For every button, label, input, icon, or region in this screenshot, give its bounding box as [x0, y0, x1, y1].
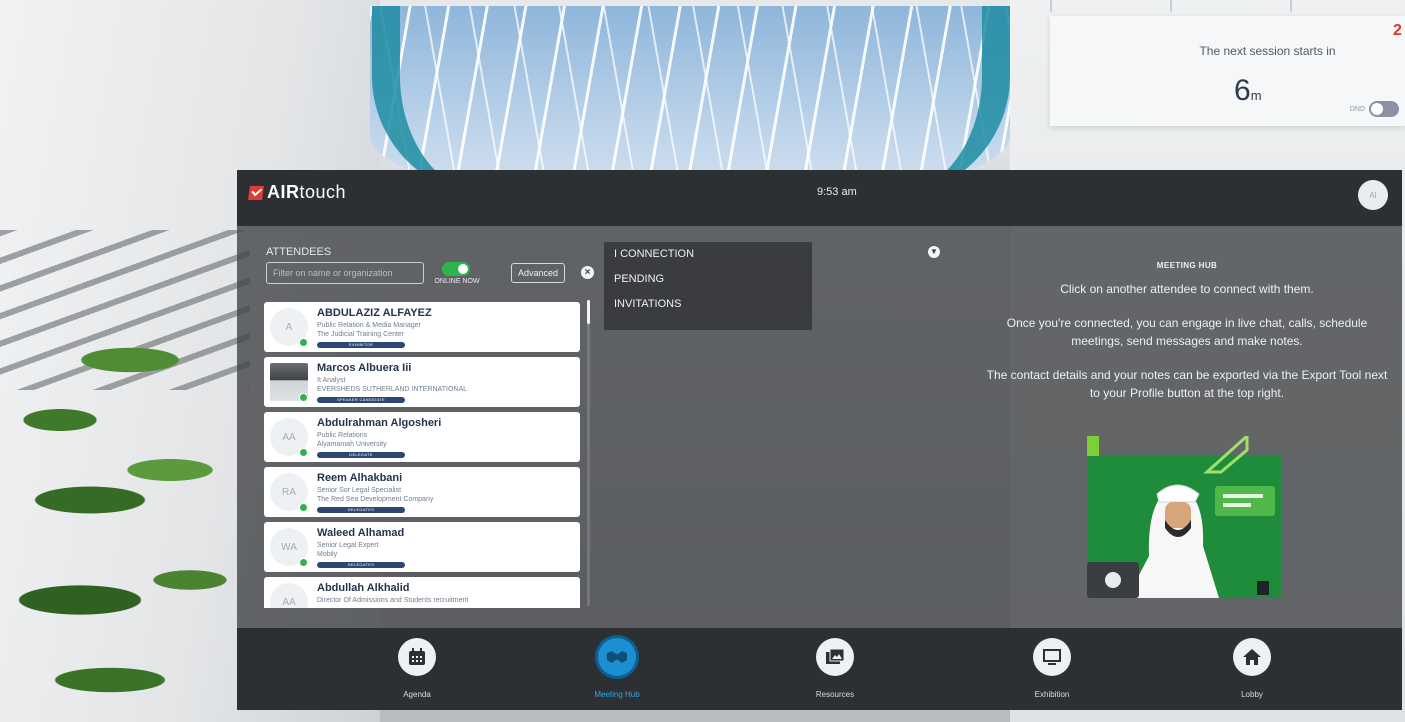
- attendee-title: Public Relations: [317, 432, 368, 439]
- attendee-role-badge: DELEGATES: [317, 507, 405, 513]
- clear-filter-icon[interactable]: ×: [581, 266, 594, 279]
- countdown-value: 6: [1234, 74, 1251, 107]
- attendee-title: Public Relation & Media Manager: [317, 322, 421, 329]
- attendee-organization: The Judicial Training Center: [317, 331, 405, 338]
- dnd-label: DND: [1349, 105, 1365, 113]
- ceiling-beams: [1050, 0, 1405, 12]
- chevron-down-icon[interactable]: ▼: [928, 246, 940, 258]
- calendar-icon[interactable]: [398, 638, 436, 676]
- nav-meeting-hub[interactable]: Meeting Hub: [567, 638, 667, 699]
- nav-label: Meeting Hub: [594, 690, 640, 699]
- nav-lobby[interactable]: Lobby: [1202, 638, 1302, 699]
- palm-plant: [0, 300, 245, 722]
- online-status-dot: [299, 448, 308, 457]
- attendee-organization: EVERSHEDS SUTHERLAND INTERNATIONAL: [317, 386, 468, 393]
- nav-label: Resources: [815, 690, 855, 699]
- attendee-card[interactable]: RA Reem Alhakbani Senior Sor Legal Special…: [264, 467, 580, 517]
- attendees-heading: ATTENDEES: [266, 246, 332, 258]
- alert-mark: 2: [1393, 22, 1402, 39]
- profile-avatar[interactable]: AI: [1358, 180, 1388, 210]
- dnd-control[interactable]: DND: [1350, 101, 1399, 117]
- meeting-hub-info: MEETING HUB Click on another attendee to…: [982, 261, 1392, 418]
- attendee-card[interactable]: WA Waleed Alhamad Senior Legal Expert Mobil…: [264, 522, 580, 572]
- meeting-hub-illustration: [1087, 436, 1282, 598]
- dome-ring-right: [890, 6, 1010, 196]
- attendee-card[interactable]: Marcos Albuera Iii It Analyst EVERSHEDS SU…: [264, 357, 580, 407]
- connections-menu-item[interactable]: PENDING: [614, 267, 812, 292]
- connections-menu-item[interactable]: INVITATIONS: [614, 292, 812, 317]
- home-icon[interactable]: [1233, 638, 1271, 676]
- attendee-card[interactable]: A ABDULAZIZ ALFAYEZ Public Relation & Medi…: [264, 302, 580, 352]
- nav-label: Exhibition: [1034, 690, 1070, 699]
- next-session-card: The next session starts in 6m DND: [1050, 16, 1405, 126]
- online-now-toggle[interactable]: [442, 262, 470, 276]
- hub-instruction-1: Click on another attendee to connect wit…: [1060, 282, 1314, 296]
- meeting-hub-heading: MEETING HUB: [1156, 261, 1218, 270]
- attendee-list[interactable]: A ABDULAZIZ ALFAYEZ Public Relation & Medi…: [264, 302, 580, 608]
- attendee-card[interactable]: AA Abdulrahman Algosheri Public Relations A…: [264, 412, 580, 462]
- attendee-filter-input[interactable]: [266, 262, 424, 284]
- attendee-avatar: AA: [270, 583, 308, 608]
- hub-instruction-3: The contact details and your notes can b…: [986, 368, 1388, 400]
- connections-menu-item[interactable]: I CONNECTION: [614, 242, 812, 267]
- brand-logo[interactable]: AIRtouch: [248, 182, 347, 203]
- online-now-filter[interactable]: ONLINE NOW: [429, 262, 485, 285]
- attendee-role-badge: DELEGATES: [317, 562, 405, 568]
- nav-label: Agenda: [403, 690, 431, 699]
- scroll-thumb[interactable]: [587, 300, 590, 324]
- online-status-dot: [299, 558, 308, 567]
- attendee-organization: Mobily: [317, 551, 338, 558]
- attendee-title: It Analyst: [317, 377, 346, 384]
- monitor-icon[interactable]: [1033, 638, 1071, 676]
- attendee-name: ABDULAZIZ ALFAYEZ: [317, 307, 432, 319]
- meeting-hub-panel: ATTENDEES ONLINE NOW Advanced × AABDULAZ…: [237, 226, 1402, 628]
- hub-instruction-2: Once you're connected, you can engage in…: [1006, 316, 1368, 348]
- attendee-role-badge: DELEGATE: [317, 452, 405, 458]
- attendee-title: Senior Legal Expert: [317, 542, 379, 549]
- nav-resources[interactable]: Resources: [785, 638, 885, 699]
- attendee-organization: Alyamamah University: [317, 441, 387, 448]
- attendee-name: Reem Alhakbani: [317, 472, 403, 484]
- dnd-toggle[interactable]: [1369, 101, 1399, 117]
- current-time: 9:53 am: [817, 186, 857, 198]
- check-icon: [248, 185, 264, 200]
- connections-menu[interactable]: I CONNECTION PENDING INVITATIONS: [604, 242, 812, 330]
- attendee-role-badge: EXHIBITOR: [317, 342, 405, 348]
- attendee-role-badge: SPEAKER CANDIDATE: [317, 397, 405, 403]
- attendee-scrollbar[interactable]: [587, 300, 590, 606]
- bottom-navigation: Agenda Meeting Hub Resources Exhibition Lobb…: [237, 628, 1402, 710]
- attendee-title: Director Of Admissions and Students recr…: [317, 597, 469, 604]
- attendee-card[interactable]: AA Abdullah Alkhalid Director Of Admission…: [264, 577, 580, 608]
- next-session-label: The next session starts in: [1199, 44, 1336, 58]
- nav-label: Lobby: [1241, 690, 1263, 699]
- nav-exhibition[interactable]: Exhibition: [1002, 638, 1102, 699]
- top-bar: AIRtouch 9:53 am AI: [237, 170, 1402, 226]
- brand-name: AIRtouch: [267, 182, 347, 202]
- online-status-dot: [299, 393, 308, 402]
- online-status-dot: [299, 338, 308, 347]
- attendee-name: Waleed Alhamad: [317, 527, 405, 539]
- online-status-dot: [299, 503, 308, 512]
- attendee-organization: The Red Sea Development Company: [317, 496, 434, 503]
- countdown-unit: m: [1250, 88, 1262, 103]
- attendee-name: Abdullah Alkhalid: [317, 582, 410, 594]
- dome-ring-left: [372, 6, 492, 196]
- attendee-title: Senior Sor Legal Specialist: [317, 487, 402, 494]
- resources-icon[interactable]: [816, 638, 854, 676]
- next-session-countdown: 6m: [1234, 74, 1262, 108]
- nav-agenda[interactable]: Agenda: [367, 638, 467, 699]
- attendee-name: Marcos Albuera Iii: [317, 362, 412, 374]
- handshake-icon[interactable]: [598, 638, 636, 676]
- online-now-label: ONLINE NOW: [434, 278, 480, 285]
- attendee-name: Abdulrahman Algosheri: [317, 417, 442, 429]
- advanced-button[interactable]: Advanced: [511, 263, 566, 283]
